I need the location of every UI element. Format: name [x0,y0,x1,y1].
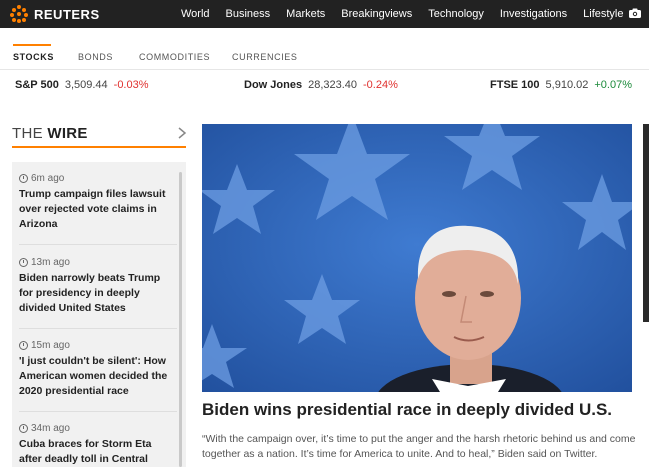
wire-item-headline[interactable]: 'I just couldn't be silent': How America… [19,354,169,399]
index-value: 5,910.02 [545,79,589,91]
index-sp500[interactable]: S&P 500 3,509.44 -0.03% [15,79,149,91]
market-tabs: STOCKS BONDS COMMODITIES CURRENCIES [0,44,649,70]
tab-stocks[interactable]: STOCKS [13,52,54,62]
wire-title-underline [12,146,186,148]
wire-item-headline[interactable]: Biden narrowly beats Trump for presidenc… [19,271,169,316]
hero-summary: “With the campaign over, it’s time to pu… [202,433,636,460]
wire-item-time: 34m ago [31,423,70,434]
index-name: FTSE 100 [490,79,540,91]
wire-divider [19,411,177,412]
tab-bonds[interactable]: BONDS [78,52,113,62]
tab-currencies[interactable]: CURRENCIES [232,52,298,62]
index-change: -0.03% [113,79,149,91]
index-value: 28,323.40 [308,79,358,91]
wire-item-time-row: 15m ago [19,340,169,351]
adjacent-story-edge [643,124,649,322]
wire-title-main: WIRE [47,125,88,142]
clock-icon [19,258,28,267]
hero-image[interactable] [202,124,632,392]
nav-item-technology[interactable]: Technology [428,8,484,20]
hero-headline[interactable]: Biden wins presidential race in deeply d… [202,400,642,420]
wire-title[interactable]: THE WIRE [12,125,88,142]
wire-scrollbar[interactable] [179,172,182,467]
clock-icon [19,174,28,183]
reuters-logo-icon [10,5,28,23]
wire-item-time-row: 34m ago [19,423,169,434]
wire-item-time-row: 6m ago [19,173,169,184]
chevron-right-icon[interactable] [177,127,187,139]
wire-item-headline[interactable]: Cuba braces for Storm Eta after deadly t… [19,437,169,467]
nav-item-lifestyle[interactable]: Lifestyle [583,8,623,20]
nav-item-breakingviews[interactable]: Breakingviews [341,8,412,20]
tabs-divider [0,69,649,70]
wire-item[interactable]: 15m ago 'I just couldn't be silent': How… [19,340,169,399]
hero-photo [202,124,632,392]
wire-divider [19,244,177,245]
reuters-logo[interactable]: REUTERS [10,5,100,23]
wire-item[interactable]: 6m ago Trump campaign files lawsuit over… [19,173,169,232]
clock-icon [19,341,28,350]
top-navigation-bar: REUTERS World Business Markets Breakingv… [0,0,649,28]
index-change: -0.24% [363,79,398,91]
wire-item-headline[interactable]: Trump campaign files lawsuit over reject… [19,187,169,232]
main-nav: World Business Markets Breakingviews Tec… [181,0,640,28]
wire-title-prefix: THE [12,125,43,142]
active-tab-indicator [13,44,51,46]
nav-item-business[interactable]: Business [226,8,271,20]
wire-item-time: 15m ago [31,340,70,351]
index-dow-jones[interactable]: Dow Jones 28,323.40 -0.24% [244,79,398,91]
wire-item-time: 13m ago [31,257,70,268]
wire-item[interactable]: 34m ago Cuba braces for Storm Eta after … [19,423,169,467]
index-name: Dow Jones [244,79,303,91]
index-ftse100[interactable]: FTSE 100 5,910.02 +0.07% [490,79,632,91]
index-name: S&P 500 [15,79,59,91]
wire-item-time-row: 13m ago [19,257,169,268]
tab-commodities[interactable]: COMMODITIES [139,52,210,62]
clock-icon [19,424,28,433]
wire-item[interactable]: 13m ago Biden narrowly beats Trump for p… [19,257,169,316]
nav-item-markets[interactable]: Markets [286,8,325,20]
nav-item-investigations[interactable]: Investigations [500,8,567,20]
wire-list: 6m ago Trump campaign files lawsuit over… [12,162,186,467]
brand-name: REUTERS [34,6,100,22]
wire-item-time: 6m ago [31,173,65,184]
index-change: +0.07% [594,79,632,91]
index-value: 3,509.44 [64,79,108,91]
wire-divider [19,328,177,329]
camera-icon[interactable] [629,8,641,18]
nav-item-world[interactable]: World [181,8,210,20]
